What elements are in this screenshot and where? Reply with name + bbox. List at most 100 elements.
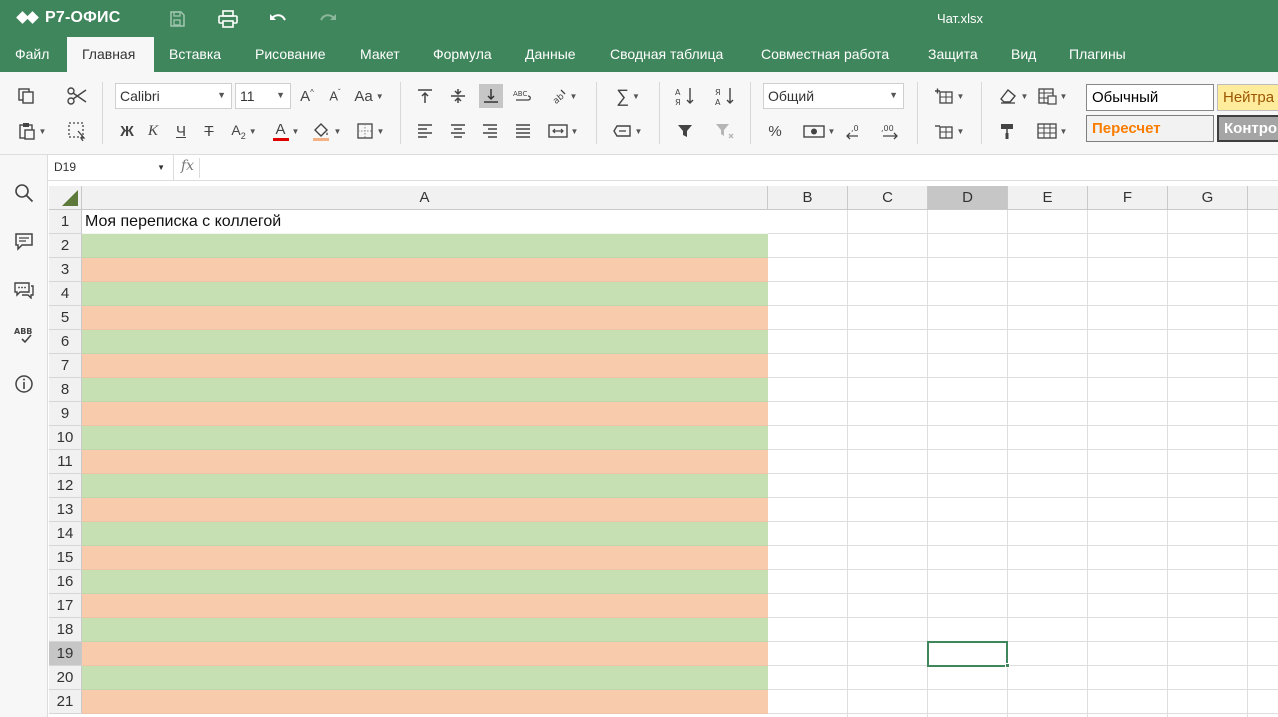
spreadsheet-grid[interactable]: A B C D E F G 1 Моя переписка с коллегой 2 3 4 5 6 7 8 9… [49, 186, 1278, 717]
insert-cells-button[interactable]: ▼ [931, 84, 967, 108]
font-name-combo[interactable]: Calibri ▼ [115, 83, 232, 109]
cell-a11[interactable] [82, 450, 768, 474]
number-format-combo[interactable]: Общий ▼ [763, 83, 904, 109]
chat-button[interactable] [12, 277, 36, 301]
print-button[interactable] [216, 8, 240, 30]
cell-a5[interactable] [82, 306, 768, 330]
column-header-d[interactable]: D [928, 186, 1008, 210]
row-header-5[interactable]: 5 [49, 306, 82, 330]
paste-button[interactable]: ▼ [14, 119, 50, 143]
search-button[interactable] [12, 181, 36, 205]
increase-decimal-button[interactable]: ,00 [878, 119, 904, 143]
row-header-11[interactable]: 11 [49, 450, 82, 474]
style-neutral[interactable]: Нейтра [1217, 84, 1278, 111]
row-header-14[interactable]: 14 [49, 522, 82, 546]
fill-handle[interactable] [1005, 663, 1010, 668]
select-all-button[interactable] [65, 119, 89, 143]
row-header-3[interactable]: 3 [49, 258, 82, 282]
cell-a3[interactable] [82, 258, 768, 282]
selected-cell[interactable] [927, 641, 1008, 667]
italic-button[interactable]: К [143, 119, 163, 143]
row-header-16[interactable]: 16 [49, 570, 82, 594]
align-right-button[interactable] [479, 119, 501, 143]
cell-a8[interactable] [82, 378, 768, 402]
underline-button[interactable]: Ч [170, 119, 192, 143]
wrap-text-button[interactable]: ABC [513, 84, 535, 108]
style-normal[interactable]: Обычный [1086, 84, 1214, 111]
row-header-18[interactable]: 18 [49, 618, 82, 642]
bold-button[interactable]: Ж [116, 119, 138, 143]
accounting-format-button[interactable]: ▼ [800, 119, 838, 143]
cell-a16[interactable] [82, 570, 768, 594]
merge-cells-button[interactable]: ▼ [545, 119, 581, 143]
row-header-8[interactable]: 8 [49, 378, 82, 402]
filter-button[interactable] [674, 119, 696, 143]
row-header-20[interactable]: 20 [49, 666, 82, 690]
copy-style-button[interactable] [996, 119, 1018, 143]
change-case-button[interactable]: Aa ▼ [352, 84, 386, 108]
tab-home[interactable]: Главная [67, 37, 154, 72]
borders-button[interactable]: ▼ [352, 119, 388, 143]
align-middle-button[interactable] [447, 84, 469, 108]
conditional-format-button[interactable]: ▼ [1034, 84, 1070, 108]
select-all-corner[interactable] [49, 186, 82, 210]
tab-data[interactable]: Данные [510, 37, 591, 72]
cell-a20[interactable] [82, 666, 768, 690]
cut-button[interactable] [65, 84, 89, 108]
decrease-font-button[interactable]: Aˇ [324, 84, 346, 108]
column-header-g[interactable]: G [1168, 186, 1248, 210]
cell-a21[interactable] [82, 690, 768, 714]
font-color-button[interactable]: A ▼ [268, 119, 304, 143]
comments-button[interactable] [12, 229, 36, 253]
font-size-combo[interactable]: 11 ▼ [235, 83, 291, 109]
row-header-21[interactable]: 21 [49, 690, 82, 714]
column-header-f[interactable]: F [1088, 186, 1168, 210]
tab-protection[interactable]: Защита [913, 37, 993, 72]
align-bottom-button[interactable] [479, 84, 503, 108]
column-header-e[interactable]: E [1008, 186, 1088, 210]
cell-a14[interactable] [82, 522, 768, 546]
cell-a9[interactable] [82, 402, 768, 426]
cell-a7[interactable] [82, 354, 768, 378]
cell-a17[interactable] [82, 594, 768, 618]
about-button[interactable] [12, 372, 36, 396]
tab-formula[interactable]: Формула [418, 37, 507, 72]
row-header-10[interactable]: 10 [49, 426, 82, 450]
undo-button[interactable] [266, 8, 290, 30]
named-ranges-button[interactable]: ▼ [608, 119, 646, 143]
spellcheck-button[interactable]: ABB [12, 323, 36, 347]
row-header-1[interactable]: 1 [49, 210, 82, 234]
clear-button[interactable]: ▼ [996, 84, 1030, 108]
tab-collaboration[interactable]: Совместная работа [746, 37, 904, 72]
tab-pivot[interactable]: Сводная таблица [595, 37, 738, 72]
tab-draw[interactable]: Рисование [240, 37, 341, 72]
style-calculation[interactable]: Пересчет [1086, 115, 1214, 142]
cell-a15[interactable] [82, 546, 768, 570]
row-header-15[interactable]: 15 [49, 546, 82, 570]
column-header-a[interactable]: A [82, 186, 768, 210]
strikethrough-button[interactable]: Т [198, 119, 220, 143]
decrease-decimal-button[interactable]: ,0 [843, 119, 867, 143]
tab-insert[interactable]: Вставка [154, 37, 236, 72]
cell-a2[interactable] [82, 234, 768, 258]
cell-a13[interactable] [82, 498, 768, 522]
insert-function-button[interactable]: fx [176, 158, 200, 178]
subscript-button[interactable]: A2 ▼ [226, 119, 262, 143]
tab-layout[interactable]: Макет [345, 37, 415, 72]
style-check-cell[interactable]: Контро [1217, 115, 1278, 142]
justify-button[interactable] [512, 119, 534, 143]
tab-plugins[interactable]: Плагины [1054, 37, 1141, 72]
autosum-button[interactable]: ∑ ▼ [610, 84, 646, 108]
row-header-7[interactable]: 7 [49, 354, 82, 378]
align-top-button[interactable] [414, 84, 436, 108]
cell-a19[interactable] [82, 642, 768, 666]
align-center-button[interactable] [447, 119, 469, 143]
row-header-13[interactable]: 13 [49, 498, 82, 522]
row-header-12[interactable]: 12 [49, 474, 82, 498]
clear-filter-button[interactable] [713, 119, 737, 143]
text-orientation-button[interactable]: ab ▼ [545, 84, 581, 108]
formula-input[interactable] [204, 155, 1278, 181]
cell-a1[interactable]: Моя переписка с коллегой [82, 210, 768, 234]
fill-color-button[interactable]: ▼ [308, 119, 344, 143]
sort-ascending-button[interactable]: AЯ [673, 84, 697, 108]
